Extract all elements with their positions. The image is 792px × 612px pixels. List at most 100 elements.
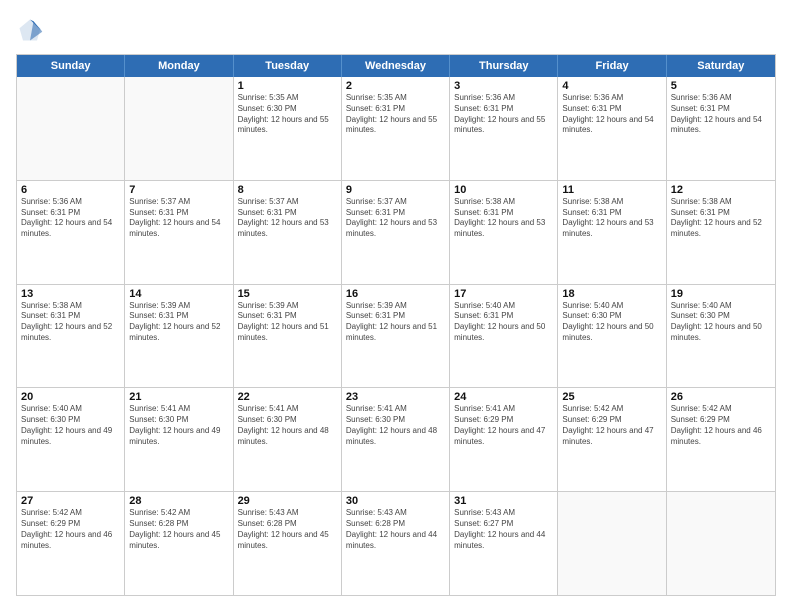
sunrise-text: Sunrise: 5:40 AM	[562, 301, 661, 312]
calendar-cell-4-7: 26Sunrise: 5:42 AMSunset: 6:29 PMDayligh…	[667, 388, 775, 491]
sunset-text: Sunset: 6:31 PM	[671, 104, 771, 115]
daylight-text: Daylight: 12 hours and 47 minutes.	[562, 426, 661, 448]
sunset-text: Sunset: 6:29 PM	[454, 415, 553, 426]
sunrise-text: Sunrise: 5:40 AM	[671, 301, 771, 312]
calendar-cell-2-6: 11Sunrise: 5:38 AMSunset: 6:31 PMDayligh…	[558, 181, 666, 284]
sunrise-text: Sunrise: 5:41 AM	[129, 404, 228, 415]
calendar-cell-1-7: 5Sunrise: 5:36 AMSunset: 6:31 PMDaylight…	[667, 77, 775, 180]
sunrise-text: Sunrise: 5:36 AM	[454, 93, 553, 104]
sunset-text: Sunset: 6:30 PM	[346, 415, 445, 426]
sunset-text: Sunset: 6:31 PM	[21, 311, 120, 322]
calendar-cell-3-6: 18Sunrise: 5:40 AMSunset: 6:30 PMDayligh…	[558, 285, 666, 388]
daylight-text: Daylight: 12 hours and 49 minutes.	[129, 426, 228, 448]
calendar-week-2: 6Sunrise: 5:36 AMSunset: 6:31 PMDaylight…	[17, 180, 775, 284]
sunset-text: Sunset: 6:30 PM	[562, 311, 661, 322]
calendar-cell-4-1: 20Sunrise: 5:40 AMSunset: 6:30 PMDayligh…	[17, 388, 125, 491]
calendar-cell-5-3: 29Sunrise: 5:43 AMSunset: 6:28 PMDayligh…	[234, 492, 342, 595]
calendar-cell-4-5: 24Sunrise: 5:41 AMSunset: 6:29 PMDayligh…	[450, 388, 558, 491]
daylight-text: Daylight: 12 hours and 50 minutes.	[562, 322, 661, 344]
calendar-cell-2-3: 8Sunrise: 5:37 AMSunset: 6:31 PMDaylight…	[234, 181, 342, 284]
sunset-text: Sunset: 6:31 PM	[346, 208, 445, 219]
calendar-cell-4-4: 23Sunrise: 5:41 AMSunset: 6:30 PMDayligh…	[342, 388, 450, 491]
sunset-text: Sunset: 6:28 PM	[346, 519, 445, 530]
sunset-text: Sunset: 6:29 PM	[671, 415, 771, 426]
calendar-header: SundayMondayTuesdayWednesdayThursdayFrid…	[17, 55, 775, 77]
daylight-text: Daylight: 12 hours and 52 minutes.	[129, 322, 228, 344]
day-number: 8	[238, 184, 337, 196]
day-number: 5	[671, 80, 771, 92]
sunrise-text: Sunrise: 5:38 AM	[21, 301, 120, 312]
sunset-text: Sunset: 6:31 PM	[562, 208, 661, 219]
sunrise-text: Sunrise: 5:42 AM	[562, 404, 661, 415]
sunrise-text: Sunrise: 5:36 AM	[562, 93, 661, 104]
sunrise-text: Sunrise: 5:42 AM	[21, 508, 120, 519]
calendar-cell-3-3: 15Sunrise: 5:39 AMSunset: 6:31 PMDayligh…	[234, 285, 342, 388]
sunset-text: Sunset: 6:31 PM	[129, 208, 228, 219]
day-number: 1	[238, 80, 337, 92]
day-number: 9	[346, 184, 445, 196]
sunrise-text: Sunrise: 5:43 AM	[346, 508, 445, 519]
sunrise-text: Sunrise: 5:39 AM	[129, 301, 228, 312]
daylight-text: Daylight: 12 hours and 52 minutes.	[21, 322, 120, 344]
calendar-body: 1Sunrise: 5:35 AMSunset: 6:30 PMDaylight…	[17, 77, 775, 595]
calendar-cell-5-6	[558, 492, 666, 595]
calendar-cell-2-2: 7Sunrise: 5:37 AMSunset: 6:31 PMDaylight…	[125, 181, 233, 284]
sunset-text: Sunset: 6:31 PM	[454, 208, 553, 219]
calendar-cell-4-6: 25Sunrise: 5:42 AMSunset: 6:29 PMDayligh…	[558, 388, 666, 491]
logo-icon	[16, 16, 44, 44]
sunrise-text: Sunrise: 5:38 AM	[671, 197, 771, 208]
sunrise-text: Sunrise: 5:40 AM	[21, 404, 120, 415]
day-number: 16	[346, 288, 445, 300]
day-number: 26	[671, 391, 771, 403]
daylight-text: Daylight: 12 hours and 53 minutes.	[562, 218, 661, 240]
daylight-text: Daylight: 12 hours and 47 minutes.	[454, 426, 553, 448]
sunrise-text: Sunrise: 5:42 AM	[671, 404, 771, 415]
calendar-cell-1-2	[125, 77, 233, 180]
sunrise-text: Sunrise: 5:39 AM	[346, 301, 445, 312]
daylight-text: Daylight: 12 hours and 54 minutes.	[671, 115, 771, 137]
calendar-cell-5-4: 30Sunrise: 5:43 AMSunset: 6:28 PMDayligh…	[342, 492, 450, 595]
header-day-friday: Friday	[558, 55, 666, 77]
calendar-cell-4-3: 22Sunrise: 5:41 AMSunset: 6:30 PMDayligh…	[234, 388, 342, 491]
calendar-cell-1-1	[17, 77, 125, 180]
day-number: 23	[346, 391, 445, 403]
sunset-text: Sunset: 6:31 PM	[454, 104, 553, 115]
day-number: 25	[562, 391, 661, 403]
daylight-text: Daylight: 12 hours and 54 minutes.	[21, 218, 120, 240]
sunset-text: Sunset: 6:28 PM	[238, 519, 337, 530]
sunset-text: Sunset: 6:28 PM	[129, 519, 228, 530]
calendar-cell-5-7	[667, 492, 775, 595]
day-number: 22	[238, 391, 337, 403]
calendar-cell-3-1: 13Sunrise: 5:38 AMSunset: 6:31 PMDayligh…	[17, 285, 125, 388]
day-number: 18	[562, 288, 661, 300]
sunrise-text: Sunrise: 5:39 AM	[238, 301, 337, 312]
sunset-text: Sunset: 6:27 PM	[454, 519, 553, 530]
calendar-cell-2-1: 6Sunrise: 5:36 AMSunset: 6:31 PMDaylight…	[17, 181, 125, 284]
calendar-cell-5-2: 28Sunrise: 5:42 AMSunset: 6:28 PMDayligh…	[125, 492, 233, 595]
day-number: 17	[454, 288, 553, 300]
calendar-cell-1-4: 2Sunrise: 5:35 AMSunset: 6:31 PMDaylight…	[342, 77, 450, 180]
header-day-thursday: Thursday	[450, 55, 558, 77]
daylight-text: Daylight: 12 hours and 54 minutes.	[562, 115, 661, 137]
day-number: 30	[346, 495, 445, 507]
day-number: 3	[454, 80, 553, 92]
daylight-text: Daylight: 12 hours and 46 minutes.	[671, 426, 771, 448]
calendar-cell-1-6: 4Sunrise: 5:36 AMSunset: 6:31 PMDaylight…	[558, 77, 666, 180]
sunrise-text: Sunrise: 5:41 AM	[454, 404, 553, 415]
day-number: 19	[671, 288, 771, 300]
sunrise-text: Sunrise: 5:40 AM	[454, 301, 553, 312]
day-number: 12	[671, 184, 771, 196]
sunset-text: Sunset: 6:30 PM	[129, 415, 228, 426]
sunrise-text: Sunrise: 5:38 AM	[562, 197, 661, 208]
sunset-text: Sunset: 6:31 PM	[346, 104, 445, 115]
logo	[16, 16, 48, 44]
sunrise-text: Sunrise: 5:36 AM	[21, 197, 120, 208]
day-number: 13	[21, 288, 120, 300]
sunset-text: Sunset: 6:31 PM	[671, 208, 771, 219]
header-day-saturday: Saturday	[667, 55, 775, 77]
sunset-text: Sunset: 6:30 PM	[238, 415, 337, 426]
sunrise-text: Sunrise: 5:41 AM	[238, 404, 337, 415]
calendar-cell-5-1: 27Sunrise: 5:42 AMSunset: 6:29 PMDayligh…	[17, 492, 125, 595]
day-number: 20	[21, 391, 120, 403]
day-number: 7	[129, 184, 228, 196]
